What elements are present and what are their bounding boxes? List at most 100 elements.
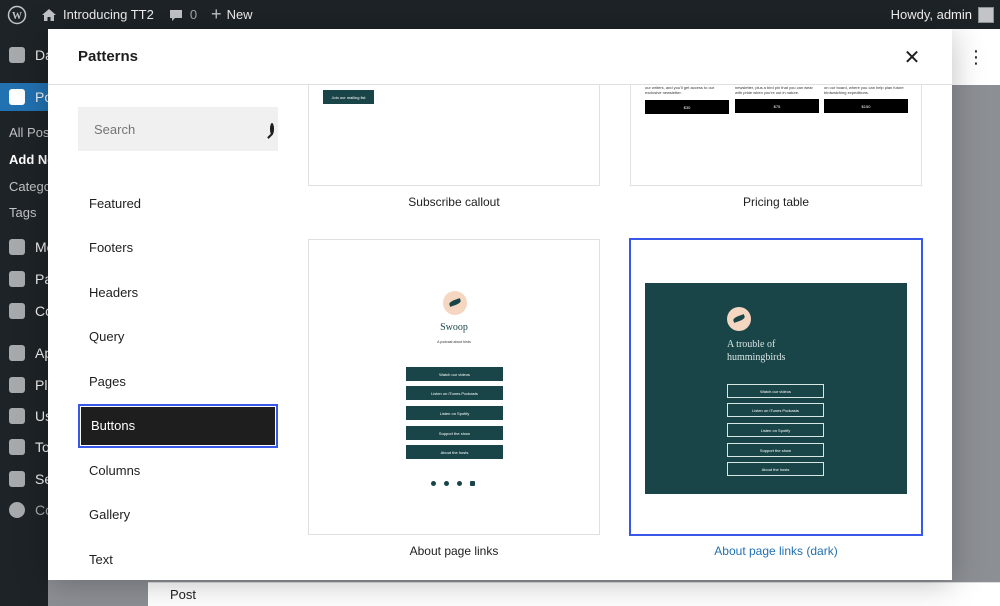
howdy-label: Howdy, admin: [890, 7, 972, 22]
submenu-categories[interactable]: Categories: [0, 173, 48, 199]
comments-link[interactable]: 0: [161, 0, 204, 29]
menu-item-dashboard[interactable]: Dashboard: [0, 41, 48, 69]
category-footers[interactable]: Footers: [78, 226, 278, 271]
paintbrush-icon: [9, 345, 25, 361]
twitter-icon: [457, 481, 462, 486]
wordpress-logo-icon[interactable]: W: [0, 0, 34, 29]
patterns-modal: Patterns ✕ Featured Footers Headers Quer…: [48, 29, 952, 580]
pattern-preview: Swoop A podcast about birds Watch our vi…: [308, 239, 600, 535]
preview-link-button: Watch our videos: [727, 384, 824, 398]
category-buttons[interactable]: Buttons: [78, 403, 278, 448]
modal-title: Patterns: [78, 48, 139, 65]
avatar: [978, 6, 994, 23]
pattern-preview: A trouble of hummingbirds Watch our vide…: [630, 239, 922, 535]
editor-breadcrumb-bar: Post: [148, 582, 1000, 606]
pricing-description: on our board, where you can help plan fu…: [824, 85, 904, 95]
submenu-tags[interactable]: Tags: [0, 199, 48, 225]
category-query[interactable]: Query: [78, 315, 278, 360]
menu-item-comments[interactable]: Comments: [0, 297, 48, 325]
more-options-icon[interactable]: ⋮: [967, 47, 985, 68]
category-columns[interactable]: Columns: [78, 448, 278, 493]
pattern-subscribe-callout[interactable]: Join our mailing list Subscribe callout: [308, 85, 600, 215]
comments-count: 0: [189, 7, 198, 22]
preview-link-button: Listen on Spotify: [727, 423, 824, 437]
menu-item-tools[interactable]: Tools: [0, 433, 48, 461]
search-input[interactable]: [94, 121, 270, 137]
site-name-label: Introducing TT2: [63, 7, 154, 22]
settings-icon: [9, 471, 25, 487]
pattern-about-page-links[interactable]: Swoop A podcast about birds Watch our vi…: [308, 239, 600, 559]
pattern-about-page-links-dark[interactable]: A trouble of hummingbirds Watch our vide…: [630, 239, 922, 559]
search-icon: [270, 123, 274, 135]
preview-link-button: Listen on Spotify: [406, 406, 503, 420]
pattern-label: Pricing table: [742, 195, 810, 209]
category-gallery[interactable]: Gallery: [78, 493, 278, 538]
facebook-icon: [444, 481, 449, 486]
price-button: $75: [735, 99, 819, 113]
new-content-link[interactable]: + New: [204, 0, 260, 29]
category-featured[interactable]: Featured: [78, 181, 278, 226]
bird-logo-icon: [443, 291, 467, 315]
pattern-pricing-table[interactable]: our writers, and you'll get access to ou…: [630, 85, 922, 215]
preview-link-button: Support the show: [727, 443, 824, 457]
preview-link-button: Listen on iTunes Podcasts: [727, 403, 824, 417]
menu-item-collapse[interactable]: Collapse menu: [0, 496, 48, 524]
admin-bar: W Introducing TT2 0 + New Howdy, admin: [0, 0, 1000, 29]
my-account[interactable]: Howdy, admin: [890, 6, 1000, 23]
category-list: Featured Footers Headers Query Pages But…: [78, 181, 278, 580]
pricing-description: newsletter, plus a bird pin that you can…: [735, 85, 813, 95]
instagram-icon: [470, 481, 475, 486]
menu-item-pages[interactable]: Pages: [0, 265, 48, 293]
pattern-label: About page links: [409, 544, 499, 558]
menu-item-plugins[interactable]: Plugins: [0, 371, 48, 399]
preview-link-button: Listen on iTunes Podcasts: [406, 386, 503, 400]
pattern-search: [78, 107, 278, 151]
collapse-icon: [9, 502, 25, 518]
pattern-preview: Join our mailing list: [308, 85, 600, 186]
preview-button: Join our mailing list: [323, 90, 374, 104]
plus-icon: +: [211, 4, 222, 24]
pin-icon: [9, 89, 25, 105]
wrench-icon: [9, 439, 25, 455]
pattern-label: Subscribe callout: [408, 195, 500, 209]
menu-item-media[interactable]: Media: [0, 233, 48, 261]
menu-item-posts[interactable]: Posts: [0, 83, 48, 111]
close-button[interactable]: ✕: [898, 43, 926, 71]
users-icon: [9, 408, 25, 424]
block-breadcrumb-post[interactable]: Post: [170, 587, 196, 602]
pricing-description: our writers, and you'll get access to ou…: [645, 85, 715, 95]
admin-menu: Dashboard Posts All Posts Add New Catego…: [0, 29, 48, 606]
preview-link-button: Support the show: [406, 426, 503, 440]
modal-header: Patterns ✕: [48, 29, 952, 85]
comments-icon: [9, 303, 25, 319]
category-text[interactable]: Text: [78, 537, 278, 580]
submenu-add-new[interactable]: Add New: [0, 146, 48, 172]
pattern-preview: our writers, and you'll get access to ou…: [630, 85, 922, 186]
menu-item-settings[interactable]: Settings: [0, 465, 48, 493]
preview-link-button: Watch our videos: [406, 367, 503, 381]
editor-options-area: ⋮: [952, 29, 1000, 85]
price-button: $150: [824, 99, 908, 113]
category-headers[interactable]: Headers: [78, 270, 278, 315]
preview-link-button: About the hosts: [727, 462, 824, 476]
plugin-icon: [9, 377, 25, 393]
home-icon: [42, 8, 56, 21]
new-label: New: [226, 7, 253, 22]
menu-item-users[interactable]: Users: [0, 402, 48, 430]
site-name-link[interactable]: Introducing TT2: [34, 0, 161, 29]
pages-icon: [9, 271, 25, 287]
preview-title: A trouble of hummingbirds: [727, 339, 786, 363]
comment-bubble-icon: [169, 9, 182, 21]
submenu-all-posts[interactable]: All Posts: [0, 119, 48, 145]
category-pages[interactable]: Pages: [78, 359, 278, 404]
social-icon: [431, 481, 436, 486]
preview-title: Swoop: [440, 322, 468, 333]
media-icon: [9, 239, 25, 255]
preview-link-button: About the hosts: [406, 445, 503, 459]
dashboard-icon: [9, 47, 25, 63]
price-button: $30: [645, 100, 729, 114]
menu-item-appearance[interactable]: Appearance: [0, 339, 48, 367]
pattern-label: About page links (dark): [714, 544, 838, 558]
bird-logo-icon: [727, 307, 751, 331]
preview-subtitle: A podcast about birds: [437, 340, 471, 344]
